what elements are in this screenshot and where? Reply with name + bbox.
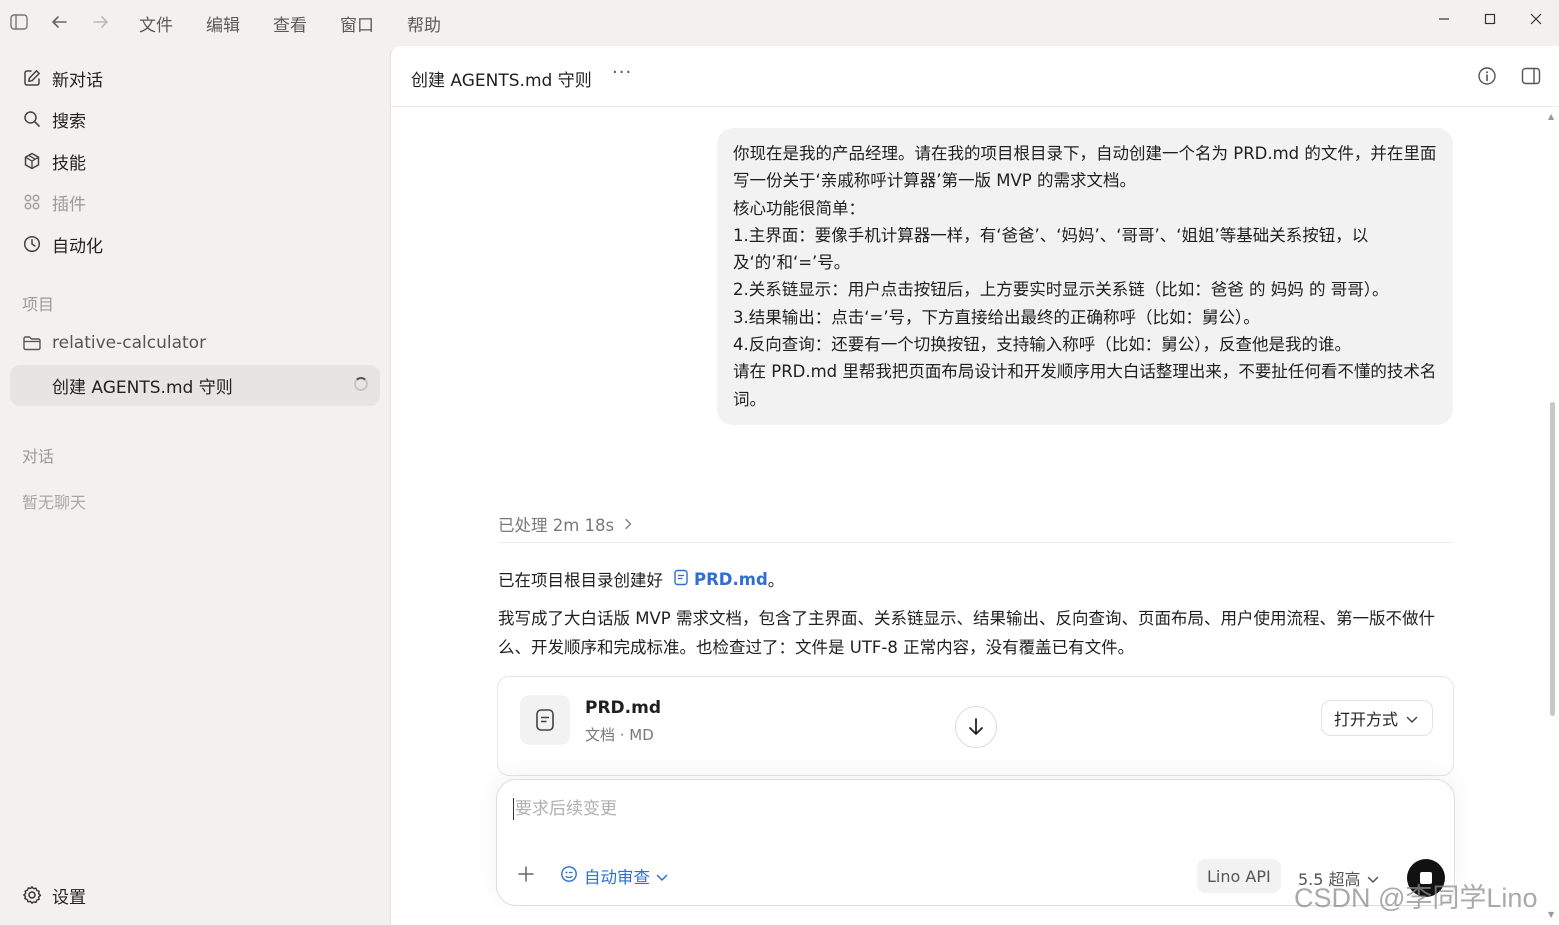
thread-title: 创建 AGENTS.md 守则 bbox=[52, 378, 233, 398]
scroll-thumb[interactable] bbox=[1550, 402, 1555, 716]
settings-button[interactable]: 设置 bbox=[10, 876, 380, 914]
open-with-label: 打开方式 bbox=[1333, 710, 1398, 729]
plugins-icon bbox=[10, 193, 52, 211]
file-meta: 文档 · MD bbox=[585, 726, 654, 744]
message-line: 1.主界面：要像手机计算器一样，有‘爸爸’、‘妈妈’、‘哥哥’、‘姐姐’等基础关… bbox=[733, 225, 1369, 273]
download-arrow-icon bbox=[969, 718, 983, 735]
info-icon[interactable] bbox=[1476, 65, 1498, 87]
edit-icon bbox=[10, 69, 52, 87]
project-name: relative-calculator bbox=[52, 333, 207, 353]
title-bar: 文件 编辑 查看 窗口 帮助 bbox=[0, 0, 1559, 46]
auto-review-dropdown[interactable]: 自动审查 bbox=[560, 864, 668, 888]
sidebar-item-label: 新对话 bbox=[52, 70, 103, 91]
close-button[interactable] bbox=[1521, 6, 1551, 32]
reply-text-suffix: 。 bbox=[767, 571, 785, 590]
open-with-button[interactable]: 打开方式 bbox=[1320, 700, 1433, 736]
page-title: 创建 AGENTS.md 守则 bbox=[411, 71, 592, 91]
review-icon bbox=[560, 865, 578, 887]
file-link[interactable]: PRD.md bbox=[673, 569, 768, 590]
scrollbar[interactable]: ▲ ▼ bbox=[1547, 112, 1557, 922]
sidebar-item-skills[interactable]: 技能 bbox=[10, 142, 380, 180]
assistant-reply-line: 已在项目根目录创建好 PRD.md 。 bbox=[498, 567, 784, 591]
sidebar-thread-active[interactable]: 创建 AGENTS.md 守则 bbox=[10, 365, 380, 406]
plus-icon bbox=[518, 866, 534, 882]
file-card[interactable]: PRD.md 文档 · MD 打开方式 bbox=[497, 676, 1454, 776]
sidebar-item-label: 技能 bbox=[52, 153, 86, 174]
sidebar-item-new-chat[interactable]: 新对话 bbox=[10, 59, 380, 97]
loading-spinner-icon bbox=[354, 377, 368, 391]
projects-heading: 项目 bbox=[22, 295, 55, 314]
chevron-down-icon bbox=[656, 867, 668, 886]
menu-view[interactable]: 查看 bbox=[273, 11, 307, 36]
forward-arrow-icon[interactable] bbox=[90, 11, 112, 33]
menu-edit[interactable]: 编辑 bbox=[206, 11, 240, 36]
clock-icon bbox=[10, 235, 52, 253]
review-mode-label: 自动审查 bbox=[584, 868, 650, 887]
sidebar-item-label: 插件 bbox=[52, 194, 86, 215]
sidebar: 新对话 搜索 技能 插件 自动化 项目 relative-calculator … bbox=[0, 46, 390, 925]
file-link-label: PRD.md bbox=[694, 569, 768, 589]
user-message-bubble: 你现在是我的产品经理。请在我的项目根目录下，自动创建一个名为 PRD.md 的文… bbox=[717, 128, 1453, 425]
message-line: 核心功能很简单： bbox=[733, 198, 865, 218]
processed-toggle[interactable]: 已处理 2m 18s bbox=[498, 512, 632, 536]
file-name: PRD.md bbox=[585, 698, 662, 718]
reply-text: 已在项目根目录创建好 bbox=[498, 571, 663, 590]
chevron-down-icon bbox=[1406, 709, 1418, 728]
chevron-right-icon bbox=[624, 515, 632, 534]
more-options-button[interactable]: ··· bbox=[612, 62, 632, 83]
folder-icon bbox=[10, 334, 52, 352]
follow-up-input[interactable]: 要求后续变更 bbox=[513, 798, 617, 820]
minimize-button[interactable] bbox=[1429, 6, 1459, 32]
main-panel: 创建 AGENTS.md 守则 ··· 你现在是我的产品经理。请在我的项目根目录… bbox=[390, 46, 1559, 925]
conversations-heading: 对话 bbox=[22, 447, 55, 466]
menu-window[interactable]: 窗口 bbox=[340, 11, 374, 36]
sidebar-item-automation[interactable]: 自动化 bbox=[10, 225, 380, 263]
panel-toggle-icon[interactable] bbox=[1520, 65, 1542, 87]
sidebar-item-label: 搜索 bbox=[52, 111, 86, 132]
sidebar-item-plugins[interactable]: 插件 bbox=[10, 183, 380, 221]
message-line: 你现在是我的产品经理。请在我的项目根目录下，自动创建一个名为 PRD.md 的文… bbox=[733, 144, 1437, 191]
add-attachment-button[interactable] bbox=[515, 863, 537, 885]
menu-help[interactable]: 帮助 bbox=[407, 11, 441, 36]
watermark: CSDN @李同学Lino bbox=[1294, 883, 1538, 913]
sidebar-item-search[interactable]: 搜索 bbox=[10, 100, 380, 138]
scroll-up-icon[interactable]: ▲ bbox=[1548, 112, 1554, 121]
api-selector[interactable]: Lino API bbox=[1197, 859, 1281, 893]
message-line: 请在 PRD.md 里帮我把页面布局设计和开发顺序用大白话整理出来，不要扯任何看… bbox=[733, 362, 1437, 409]
main-header: 创建 AGENTS.md 守则 ··· bbox=[391, 46, 1559, 107]
gear-icon bbox=[10, 885, 52, 905]
download-button[interactable] bbox=[955, 706, 997, 748]
document-icon bbox=[673, 569, 689, 590]
maximize-button[interactable] bbox=[1475, 6, 1505, 32]
message-line: 2.关系链显示：用户点击按钮后，上方要实时显示关系链（比如：爸爸 的 妈妈 的 … bbox=[733, 280, 1389, 300]
divider bbox=[498, 542, 1453, 543]
no-chats-text: 暂无聊天 bbox=[22, 493, 87, 512]
sidebar-item-label: 自动化 bbox=[52, 236, 103, 257]
skills-icon bbox=[10, 152, 52, 170]
scroll-down-icon[interactable]: ▼ bbox=[1548, 910, 1554, 919]
document-icon bbox=[520, 695, 570, 745]
settings-label: 设置 bbox=[52, 887, 86, 908]
sidebar-toggle-icon[interactable] bbox=[8, 11, 30, 33]
processed-label: 已处理 2m 18s bbox=[498, 516, 615, 535]
back-arrow-icon[interactable] bbox=[48, 11, 70, 33]
message-line: 3.结果输出：点击‘=’号，下方直接给出最终的正确称呼（比如：舅公）。 bbox=[733, 307, 1260, 327]
sidebar-project-item[interactable]: relative-calculator bbox=[10, 324, 380, 362]
menu-file[interactable]: 文件 bbox=[139, 11, 173, 36]
assistant-reply-summary: 我写成了大白话版 MVP 需求文档，包含了主界面、关系链显示、结果输出、反向查询… bbox=[498, 609, 1435, 657]
message-line: 4.反向查询：还要有一个切换按钮，支持输入称呼（比如：舅公），反查他是我的谁。 bbox=[733, 335, 1351, 355]
search-icon bbox=[10, 110, 52, 128]
